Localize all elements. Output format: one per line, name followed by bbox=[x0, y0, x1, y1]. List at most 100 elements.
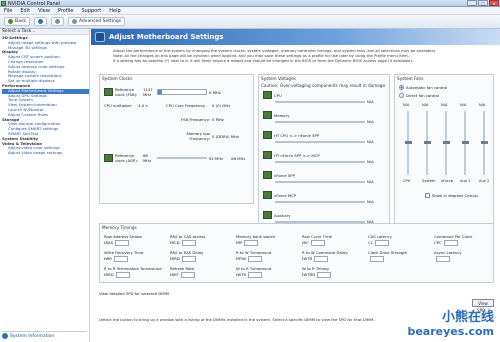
watermark: 小熊在线 beareyes.com bbox=[407, 306, 494, 338]
fan-slider[interactable] bbox=[461, 111, 469, 175]
voltage-slider[interactable] bbox=[275, 200, 365, 203]
fan-slider[interactable] bbox=[480, 111, 488, 175]
timing-select[interactable] bbox=[314, 256, 329, 262]
timing-key: tWTR bbox=[302, 255, 313, 261]
timing-cell: Async Latency bbox=[434, 250, 462, 262]
timing-select[interactable] bbox=[436, 256, 450, 262]
voltage-value: N/A bbox=[367, 99, 374, 104]
agp-clock-icon bbox=[104, 154, 113, 162]
voltage-slider[interactable] bbox=[275, 140, 365, 143]
celsius-checkbox[interactable] bbox=[425, 193, 430, 198]
mem-bus-label: Memory bus Frequency: bbox=[186, 131, 210, 141]
timing-cell: W to R Timing tWTRD bbox=[302, 266, 332, 278]
voltage-icon bbox=[263, 91, 272, 99]
timing-label: W to R Turnaround bbox=[236, 266, 272, 271]
timing-select[interactable] bbox=[181, 240, 196, 246]
fan-slider[interactable] bbox=[442, 111, 450, 175]
gear-icon bbox=[71, 19, 77, 24]
timing-select[interactable] bbox=[317, 272, 332, 278]
voltage-slider[interactable] bbox=[275, 120, 365, 123]
minimize-button[interactable]: _ bbox=[467, 0, 477, 6]
menu-profile[interactable]: Profile bbox=[58, 8, 74, 14]
timing-cell: Refresh Rate tREF bbox=[170, 266, 195, 278]
tree-task-item[interactable]: Adjust video image settings bbox=[2, 150, 89, 156]
menu-help[interactable]: Help bbox=[109, 8, 120, 14]
timing-select[interactable] bbox=[374, 240, 389, 246]
dimm-note: Detect the button to bring up a window w… bbox=[99, 317, 375, 322]
spd-title: View detailed SPD for selected DIMM bbox=[99, 291, 169, 296]
voltage-slider[interactable] bbox=[275, 160, 365, 163]
timing-cell: W to R Turnaround tWTR bbox=[236, 266, 271, 278]
back-label: Back bbox=[15, 19, 26, 24]
system-information-link[interactable]: System Information bbox=[2, 331, 87, 340]
fan-value: N/A bbox=[460, 103, 467, 107]
timing-label: Command Per Clock bbox=[434, 234, 473, 239]
timing-select[interactable] bbox=[247, 256, 262, 262]
back-button[interactable]: Back bbox=[4, 17, 30, 26]
timing-select[interactable] bbox=[181, 256, 196, 262]
menu-edit[interactable]: Edit bbox=[20, 8, 30, 14]
timing-select[interactable] bbox=[248, 272, 263, 278]
timing-label: CAS Latency bbox=[368, 234, 392, 239]
fan-label: nForce bbox=[441, 179, 454, 183]
fan-label: Aux 1 bbox=[460, 179, 471, 183]
timing-select[interactable] bbox=[114, 240, 129, 246]
timing-cell: R to W Command Delay tWTR bbox=[302, 250, 347, 262]
timing-select[interactable] bbox=[370, 256, 384, 262]
advanced-settings-button[interactable]: Advanced Settings bbox=[67, 17, 126, 26]
timing-cell: Row Cycle Time tRC bbox=[302, 234, 332, 246]
fsb-clock-icon bbox=[104, 88, 113, 96]
menu-file[interactable]: File bbox=[4, 8, 12, 14]
voltage-label: HT CPU <-> nForce SPP bbox=[274, 132, 320, 138]
fan-label: CPU bbox=[403, 179, 411, 183]
advanced-settings-label: Advanced Settings bbox=[78, 19, 122, 24]
direct-fan-radio[interactable] bbox=[399, 93, 404, 98]
title-bar: NVIDIA Control Panel _ □ × bbox=[0, 0, 500, 7]
timing-label: Row Cycle Time bbox=[302, 234, 332, 239]
timing-label: W to R Timing bbox=[302, 266, 329, 271]
timing-cell: R to R Termination Turnaround tRRD bbox=[104, 266, 162, 278]
voltage-icon bbox=[263, 151, 272, 159]
agp-current: 92 MHz bbox=[209, 155, 224, 161]
fsb-freq-label: FSB Frequency: bbox=[181, 117, 210, 122]
timing-select[interactable] bbox=[115, 272, 130, 278]
home-button[interactable] bbox=[50, 17, 64, 26]
voltage-slider[interactable] bbox=[275, 180, 365, 183]
timing-select[interactable] bbox=[244, 240, 259, 246]
timing-select[interactable] bbox=[113, 256, 128, 262]
fan-slider[interactable] bbox=[423, 111, 431, 175]
timing-cell: Clock Drive Strength bbox=[368, 250, 407, 262]
cpu-core-value: 0 (0) MHz bbox=[212, 103, 231, 108]
timing-select[interactable] bbox=[310, 240, 325, 246]
timing-cell: RAS to RAS Delay tRRD bbox=[170, 250, 203, 262]
system-clocks-panel: System Clocks Reference clock (FSB): 114… bbox=[99, 74, 254, 204]
page-description: Adjust the performance of the system by … bbox=[91, 45, 500, 69]
timing-cell: Row Address Strobe tRAS bbox=[104, 234, 142, 246]
timing-cell: Memory bank switch tRP bbox=[236, 234, 275, 246]
timing-cell: Command Per Clock CPC bbox=[434, 234, 472, 246]
maximize-button[interactable]: □ bbox=[478, 0, 488, 6]
fan-label: Aux 2 bbox=[479, 179, 490, 183]
fan-slider[interactable] bbox=[404, 111, 412, 175]
desc-line-3: If a setting has an asterisk (*) next to… bbox=[113, 58, 414, 63]
voltage-caution: Caution: Over-voltaging components may r… bbox=[261, 83, 387, 88]
timing-select[interactable] bbox=[443, 240, 458, 246]
fan-value: N/A bbox=[422, 103, 429, 107]
task-tree: 3D Settings Adjust image settings with pr… bbox=[0, 35, 89, 156]
timing-select[interactable] bbox=[180, 272, 195, 278]
agp-slider[interactable] bbox=[157, 157, 207, 159]
voltage-slider[interactable] bbox=[275, 100, 365, 103]
forward-button[interactable] bbox=[33, 17, 47, 26]
fsb-slider[interactable] bbox=[157, 89, 207, 95]
auto-fan-radio[interactable] bbox=[399, 85, 404, 90]
ref-fsb-value: 1147 MHz bbox=[143, 87, 153, 97]
fsb-freq-value: 0 MHz bbox=[212, 117, 224, 122]
timing-key: tRC bbox=[302, 239, 309, 245]
voltage-label: Memory bbox=[274, 112, 290, 118]
menu-view[interactable]: View bbox=[38, 8, 50, 14]
close-button[interactable]: × bbox=[489, 0, 499, 6]
timing-label: R to W Turnaround bbox=[236, 250, 272, 255]
voltage-label: CPU bbox=[274, 92, 282, 98]
menu-support[interactable]: Support bbox=[81, 8, 101, 14]
voltage-value: N/A bbox=[367, 179, 374, 184]
